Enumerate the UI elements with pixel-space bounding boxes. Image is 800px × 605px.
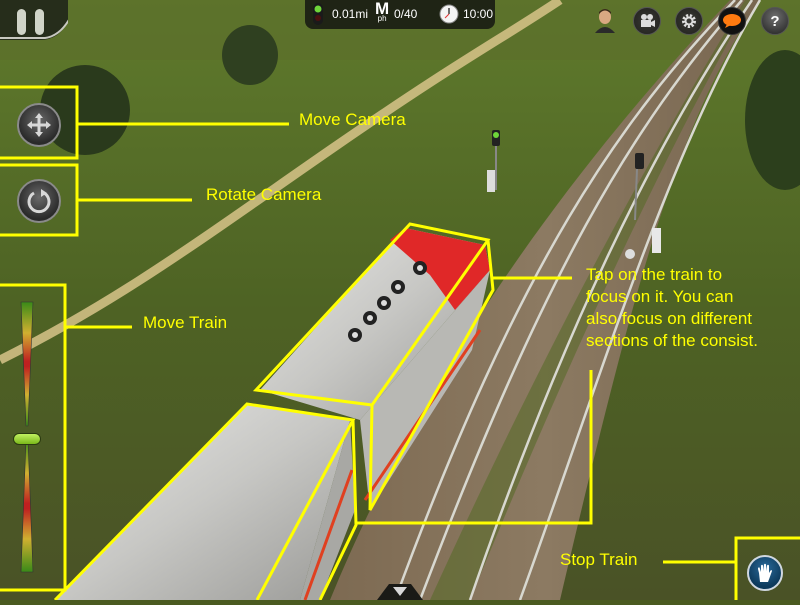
status-bar: 0.01mi M ph 0/40 10:00 [305,0,495,29]
gear-icon [682,14,696,28]
time-readout: 10:00 [463,6,494,21]
move-camera-label: Move Camera [299,110,406,129]
movie-camera-icon [641,14,655,27]
hand-stop-icon [758,563,772,582]
chat-button[interactable] [718,7,746,35]
stop-train-label: Stop Train [560,550,638,569]
speed-unit: M ph [375,0,389,27]
help-button[interactable]: ? [761,7,789,35]
move-camera-button[interactable] [17,103,61,147]
pause-button[interactable] [0,0,71,40]
tree [222,25,278,85]
callout-line: also focus on different [586,309,753,328]
rotate-icon [27,189,51,214]
tap-train-callout: Tap on the train to focus on it. You can… [586,264,758,352]
speed-readout: 0/40 [394,6,418,21]
question-icon: ? [770,12,780,30]
move-train-label: Move Train [143,313,228,332]
stop-train-button[interactable] [747,555,783,591]
camera-button[interactable] [633,7,661,35]
rotate-camera-label: Rotate Camera [206,185,322,204]
chevron-down-icon [377,584,423,600]
rotate-camera-button[interactable] [17,179,61,223]
speed-unit-sub: ph [377,13,387,23]
settings-button[interactable] [675,7,703,35]
avatar-icon [595,9,615,33]
callout-line: focus on it. You can [586,287,734,306]
traffic-light-icon [313,2,323,25]
bottom-panel-toggle[interactable] [377,582,423,600]
speech-bubble-icon [723,14,741,28]
four-arrows-icon [27,113,51,137]
pause-icon [0,0,71,40]
callout-line: sections of the consist. [586,331,758,350]
driver-avatar[interactable] [594,7,616,33]
clock-icon [439,0,459,27]
throttle-knob[interactable] [13,433,41,445]
throttle-slider[interactable] [12,300,42,580]
distance-readout: 0.01mi [332,6,369,21]
callout-line: Tap on the train to [586,265,723,284]
signal-indicator [313,0,323,27]
